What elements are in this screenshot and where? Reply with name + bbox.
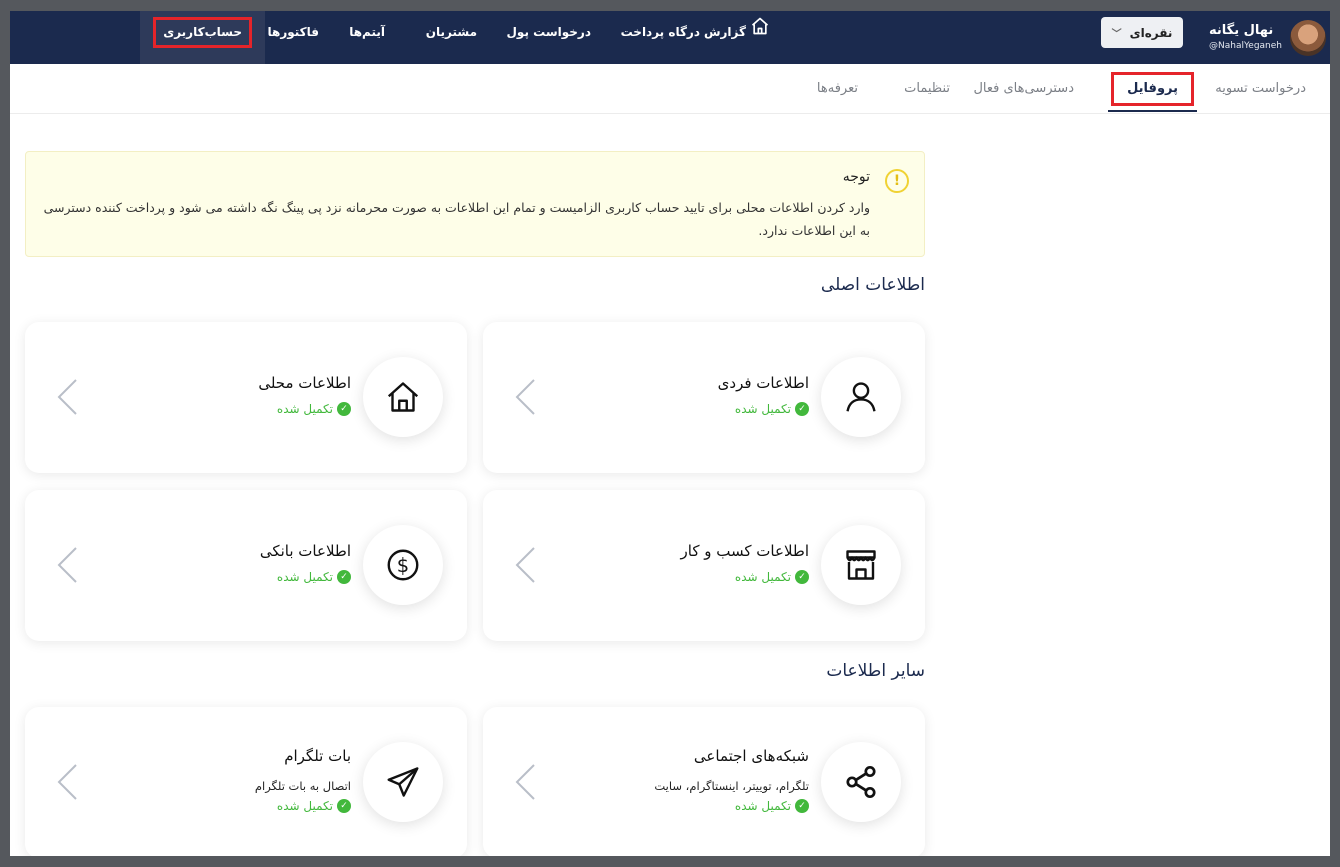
status-badge: ✓ تکمیل شده bbox=[277, 402, 351, 416]
chevron-left-icon[interactable] bbox=[513, 762, 537, 802]
warning-icon: ! bbox=[885, 169, 909, 193]
card-title: شبکه‌های اجتماعی bbox=[693, 747, 809, 765]
card-social-networks[interactable]: شبکه‌های اجتماعی تلگرام، توییتر، اینستاگ… bbox=[483, 707, 925, 856]
currency-dropdown[interactable]: نقره‌ای ﹀ bbox=[1101, 17, 1183, 48]
tab-settings[interactable]: تنظیمات bbox=[904, 64, 950, 114]
nav-item-report[interactable]: گزارش bbox=[704, 11, 770, 64]
send-icon bbox=[363, 742, 443, 822]
share-icon bbox=[821, 742, 901, 822]
nav-item-customers[interactable]: مشتریان bbox=[426, 11, 477, 64]
card-title: اطلاعات فردی bbox=[717, 374, 809, 392]
card-local-info[interactable]: اطلاعات محلی ✓ تکمیل شده bbox=[25, 322, 467, 473]
section-title-main: اطلاعات اصلی bbox=[820, 275, 925, 295]
sub-tabs: درخواست تسویه پروفایل دسترسی‌های فعال تن… bbox=[10, 64, 1330, 114]
notice-box: ! توجه وارد کردن اطلاعات محلی برای تایید… bbox=[25, 151, 925, 257]
status-badge: ✓ تکمیل شده bbox=[277, 799, 351, 813]
user-handle: @NahalYeganeh bbox=[1209, 41, 1282, 51]
user-menu[interactable]: نهال یگانه @NahalYeganeh bbox=[1209, 11, 1330, 64]
top-navbar: نهال یگانه @NahalYeganeh نقره‌ای ﹀ گزارش… bbox=[10, 11, 1330, 64]
avatar[interactable] bbox=[1290, 19, 1326, 56]
tab-tariffs[interactable]: تعرفه‌ها bbox=[817, 64, 858, 114]
check-icon: ✓ bbox=[337, 799, 351, 813]
chevron-left-icon[interactable] bbox=[55, 377, 79, 417]
card-title: اطلاعات بانکی bbox=[259, 542, 351, 560]
tab-settlement[interactable]: درخواست تسویه bbox=[1215, 64, 1306, 114]
notice-body: وارد کردن اطلاعات محلی برای تایید حساب ک… bbox=[43, 200, 870, 238]
user-icon bbox=[821, 357, 901, 437]
card-bank-info[interactable]: $ اطلاعات بانکی ✓ تکمیل شده bbox=[25, 490, 467, 641]
nav-item-money-request[interactable]: درخواست پول bbox=[507, 11, 591, 64]
check-icon: ✓ bbox=[795, 570, 809, 584]
tab-profile[interactable]: پروفایل bbox=[1108, 64, 1197, 114]
chevron-down-icon: ﹀ bbox=[1111, 29, 1122, 40]
card-title: اطلاعات محلی bbox=[258, 374, 351, 392]
nav-item-account-label: حساب‌کاربری bbox=[153, 17, 252, 48]
home-icon bbox=[363, 357, 443, 437]
status-badge: ✓ تکمیل شده bbox=[735, 799, 809, 813]
store-icon bbox=[821, 525, 901, 605]
chevron-left-icon[interactable] bbox=[513, 377, 537, 417]
card-title: بات تلگرام bbox=[284, 747, 351, 765]
card-subtitle: اتصال به بات تلگرام bbox=[254, 779, 351, 793]
status-badge: ✓ تکمیل شده bbox=[735, 402, 809, 416]
nav-item-items[interactable]: آیتم‌ها bbox=[349, 11, 385, 64]
nav-item-gateway[interactable]: درگاه پرداخت bbox=[621, 11, 700, 64]
currency-label: نقره‌ای bbox=[1129, 25, 1173, 40]
card-personal-info[interactable]: اطلاعات فردی ✓ تکمیل شده bbox=[483, 322, 925, 473]
svg-text:$: $ bbox=[397, 554, 409, 577]
card-subtitle: تلگرام، توییتر، اینستاگرام، سایت bbox=[654, 779, 809, 793]
notice-title: توجه bbox=[842, 169, 870, 185]
card-title: اطلاعات کسب و کار bbox=[680, 542, 809, 560]
status-badge: ✓ تکمیل شده bbox=[735, 570, 809, 584]
status-badge: ✓ تکمیل شده bbox=[277, 570, 351, 584]
user-name: نهال یگانه bbox=[1209, 23, 1274, 38]
check-icon: ✓ bbox=[337, 570, 351, 584]
dollar-icon: $ bbox=[363, 525, 443, 605]
card-business-info[interactable]: اطلاعات کسب و کار ✓ تکمیل شده bbox=[483, 490, 925, 641]
check-icon: ✓ bbox=[337, 402, 351, 416]
chevron-left-icon[interactable] bbox=[55, 762, 79, 802]
card-telegram-bot[interactable]: بات تلگرام اتصال به بات تلگرام ✓ تکمیل شد… bbox=[25, 707, 467, 856]
nav-item-invoices[interactable]: فاکتورها bbox=[268, 11, 320, 64]
chevron-left-icon[interactable] bbox=[513, 545, 537, 585]
check-icon: ✓ bbox=[795, 799, 809, 813]
chevron-left-icon[interactable] bbox=[55, 545, 79, 585]
check-icon: ✓ bbox=[795, 402, 809, 416]
app-window: نهال یگانه @NahalYeganeh نقره‌ای ﹀ گزارش… bbox=[10, 11, 1330, 856]
tab-profile-label: پروفایل bbox=[1111, 72, 1194, 106]
home-icon bbox=[750, 11, 770, 54]
nav-item-account[interactable]: حساب‌کاربری bbox=[140, 11, 265, 64]
section-title-other: سایر اطلاعات bbox=[826, 661, 925, 681]
tab-active-access[interactable]: دسترسی‌های فعال bbox=[973, 64, 1074, 114]
